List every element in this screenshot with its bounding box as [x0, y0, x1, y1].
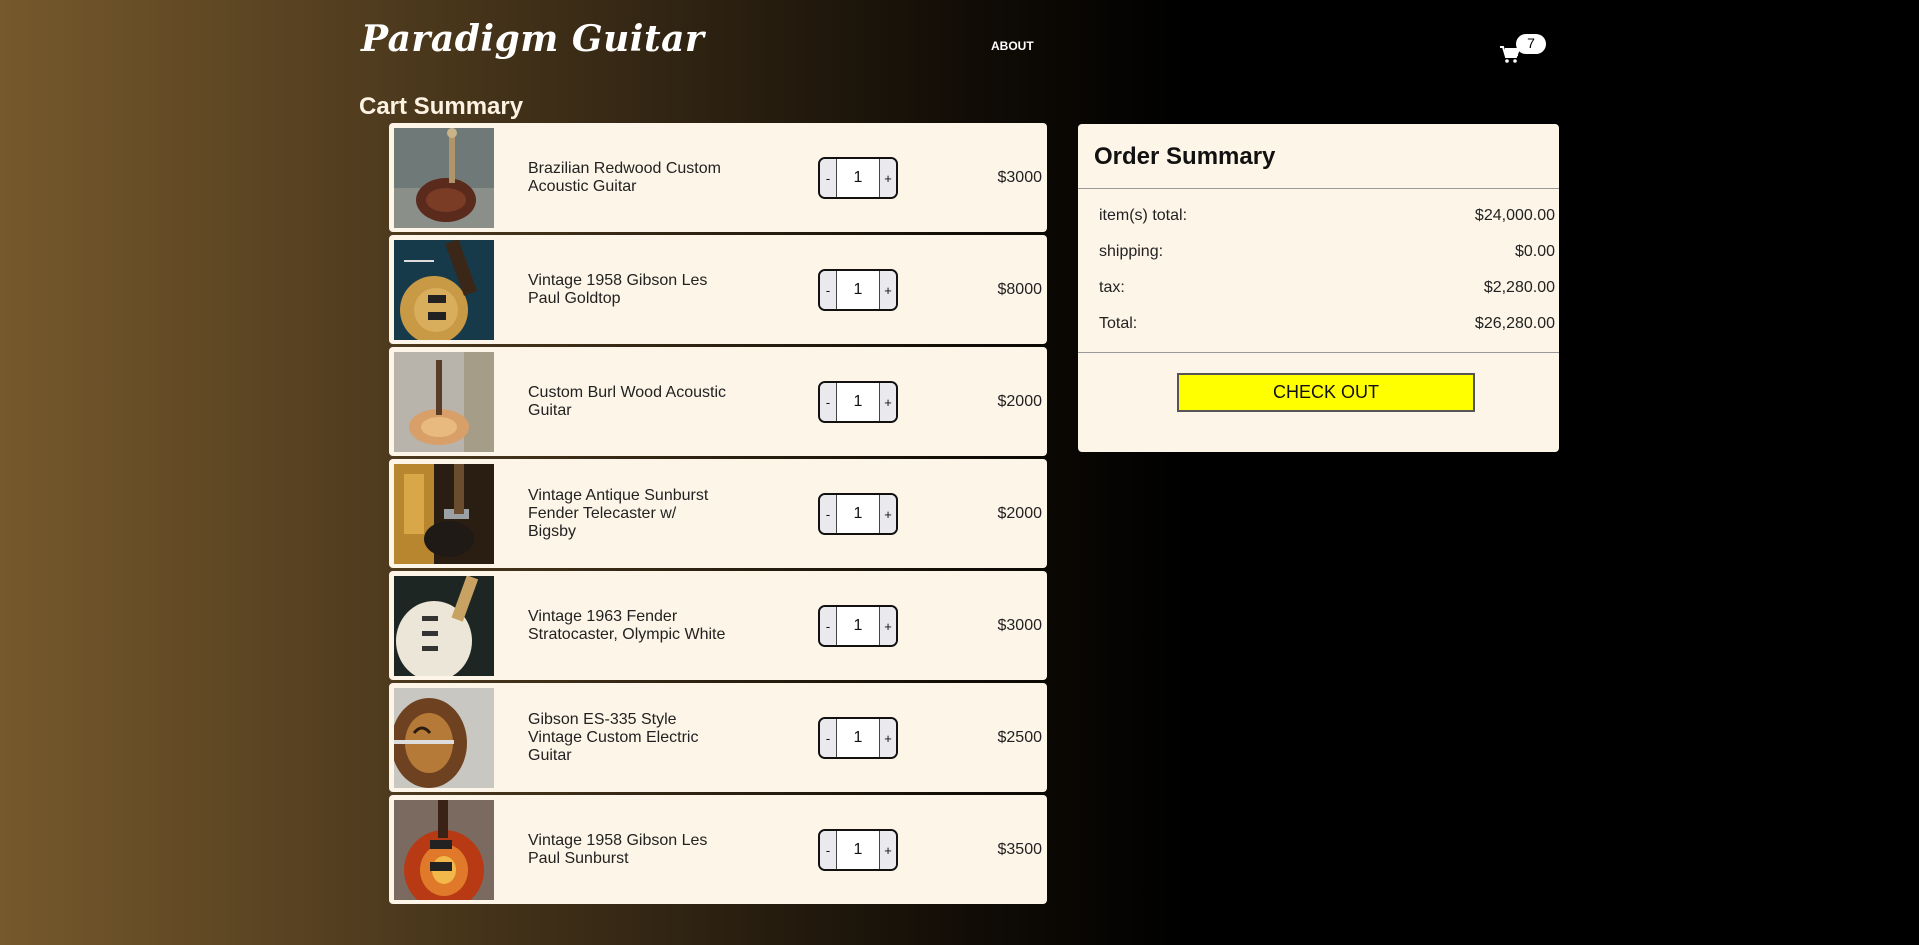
cart-item: Vintage 1958 Gibson Les Paul Goldtop - 1…	[389, 235, 1047, 344]
product-image	[394, 688, 494, 788]
product-image	[394, 576, 494, 676]
cart-item: Vintage 1963 Fender Stratocaster, Olympi…	[389, 571, 1047, 680]
item-name[interactable]: Vintage Antique Sunburst Fender Telecast…	[528, 459, 728, 568]
increment-button[interactable]: +	[879, 159, 896, 197]
divider	[1078, 352, 1559, 353]
product-image	[394, 800, 494, 900]
item-price: $2000	[997, 392, 1043, 410]
increment-button[interactable]: +	[879, 383, 896, 421]
item-price: $3000	[997, 168, 1043, 186]
row-label: Total:	[1099, 315, 1138, 332]
cart-item: Vintage Antique Sunburst Fender Telecast…	[389, 459, 1047, 568]
shipping-row: shipping: $0.00	[1099, 243, 1555, 261]
item-price: $2500	[997, 728, 1043, 746]
decrement-button[interactable]: -	[820, 719, 837, 757]
product-image	[394, 464, 494, 564]
item-name[interactable]: Custom Burl Wood Acoustic Guitar	[528, 347, 728, 456]
row-label: shipping:	[1099, 243, 1164, 260]
nav-about-link[interactable]: ABOUT	[991, 39, 1034, 53]
site-logo[interactable]: Paradigm Guitar	[361, 18, 704, 60]
item-price: $3000	[997, 616, 1043, 634]
cart-item: Brazilian Redwood Custom Acoustic Guitar…	[389, 123, 1047, 232]
item-price: $3500	[997, 840, 1043, 858]
increment-button[interactable]: +	[879, 271, 896, 309]
order-summary-panel: Order Summary item(s) total: $24,000.00 …	[1078, 124, 1559, 452]
checkout-button[interactable]: CHECK OUT	[1177, 373, 1475, 412]
items-total-row: item(s) total: $24,000.00	[1099, 207, 1555, 225]
product-image	[394, 128, 494, 228]
quantity-input[interactable]: 1	[837, 383, 879, 421]
divider	[1078, 188, 1559, 189]
product-image	[394, 352, 494, 452]
increment-button[interactable]: +	[879, 607, 896, 645]
decrement-button[interactable]: -	[820, 383, 837, 421]
quantity-stepper: - 1 +	[818, 381, 898, 423]
decrement-button[interactable]: -	[820, 495, 837, 533]
quantity-stepper: - 1 +	[818, 269, 898, 311]
row-value: $26,280.00	[1474, 315, 1555, 332]
item-name[interactable]: Brazilian Redwood Custom Acoustic Guitar	[528, 123, 728, 232]
quantity-input[interactable]: 1	[837, 495, 879, 533]
cart-item: Vintage 1958 Gibson Les Paul Sunburst - …	[389, 795, 1047, 904]
row-value: $0.00	[1514, 243, 1555, 260]
item-price: $2000	[997, 504, 1043, 522]
product-image	[394, 240, 494, 340]
item-name[interactable]: Vintage 1958 Gibson Les Paul Goldtop	[528, 235, 728, 344]
row-label: item(s) total:	[1099, 207, 1188, 224]
row-value: $2,280.00	[1483, 279, 1555, 296]
item-price: $8000	[997, 280, 1043, 298]
quantity-stepper: - 1 +	[818, 493, 898, 535]
quantity-stepper: - 1 +	[818, 717, 898, 759]
total-row: Total: $26,280.00	[1099, 315, 1555, 333]
order-summary-title: Order Summary	[1094, 143, 1276, 170]
cart-summary-title: Cart Summary	[359, 93, 524, 120]
row-value: $24,000.00	[1474, 207, 1555, 224]
item-name[interactable]: Gibson ES-335 Style Vintage Custom Elect…	[528, 683, 728, 792]
item-name[interactable]: Vintage 1963 Fender Stratocaster, Olympi…	[528, 571, 728, 680]
decrement-button[interactable]: -	[820, 271, 837, 309]
increment-button[interactable]: +	[879, 495, 896, 533]
tax-row: tax: $2,280.00	[1099, 279, 1555, 297]
increment-button[interactable]: +	[879, 831, 896, 869]
cart-count-badge: 7	[1516, 34, 1546, 54]
increment-button[interactable]: +	[879, 719, 896, 757]
item-name[interactable]: Vintage 1958 Gibson Les Paul Sunburst	[528, 795, 728, 904]
quantity-stepper: - 1 +	[818, 605, 898, 647]
quantity-stepper: - 1 +	[818, 157, 898, 199]
quantity-stepper: - 1 +	[818, 829, 898, 871]
decrement-button[interactable]: -	[820, 831, 837, 869]
cart-item: Custom Burl Wood Acoustic Guitar - 1 + $…	[389, 347, 1047, 456]
cart-item: Gibson ES-335 Style Vintage Custom Elect…	[389, 683, 1047, 792]
quantity-input[interactable]: 1	[837, 607, 879, 645]
quantity-input[interactable]: 1	[837, 159, 879, 197]
row-label: tax:	[1099, 279, 1125, 296]
quantity-input[interactable]: 1	[837, 719, 879, 757]
quantity-input[interactable]: 1	[837, 271, 879, 309]
decrement-button[interactable]: -	[820, 607, 837, 645]
quantity-input[interactable]: 1	[837, 831, 879, 869]
cart-item-list: Brazilian Redwood Custom Acoustic Guitar…	[389, 123, 1047, 907]
decrement-button[interactable]: -	[820, 159, 837, 197]
